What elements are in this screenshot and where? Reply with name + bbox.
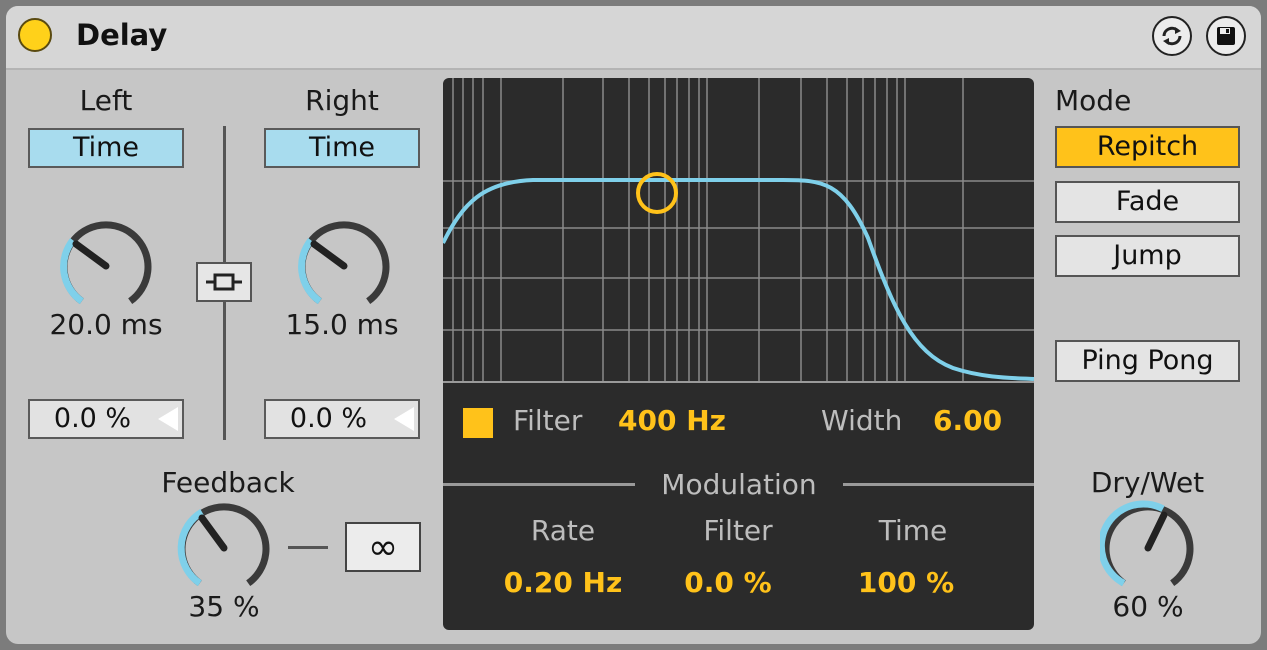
offset-arrow-icon (394, 407, 414, 431)
mod-filter-value[interactable]: 0.0 % (653, 566, 803, 599)
mod-rate-value[interactable]: 0.20 Hz (488, 566, 638, 599)
right-label: Right (305, 84, 379, 117)
left-time-sync-button[interactable]: Time (28, 128, 184, 168)
feedback-knob[interactable] (176, 500, 272, 596)
mode-fade-button[interactable]: Fade (1055, 181, 1240, 223)
graph-separator (443, 381, 1034, 383)
power-icon[interactable] (18, 18, 52, 52)
right-delay-time-knob[interactable] (296, 218, 392, 314)
delay-device: Delay Left Time 20.0 ms 0.0 % Right Time… (6, 6, 1261, 644)
dry-wet-value: 60 % (1112, 590, 1184, 623)
width-value[interactable]: 6.00 (933, 404, 1002, 437)
mod-time-value[interactable]: 100 % (831, 566, 981, 599)
right-delay-time-value: 15.0 ms (285, 308, 399, 341)
left-offset-field[interactable]: 0.0 % (28, 399, 184, 439)
hot-swap-icon[interactable] (1152, 16, 1192, 56)
mod-rate-label: Rate (530, 514, 596, 547)
mod-filter-label: Filter (703, 514, 773, 547)
device-title: Delay (76, 18, 168, 52)
modulation-rule-right (843, 483, 1034, 486)
feedback-value: 35 % (188, 590, 260, 623)
offset-arrow-icon (158, 407, 178, 431)
feedback-label: Feedback (161, 466, 295, 499)
dry-wet-label: Dry/Wet (1090, 466, 1205, 499)
width-label: Width (821, 404, 903, 437)
freeze-connector (288, 546, 328, 549)
ping-pong-button[interactable]: Ping Pong (1055, 340, 1240, 382)
modulation-rule-left (443, 483, 635, 486)
mode-label: Mode (1055, 84, 1132, 117)
link-icon[interactable] (196, 262, 252, 302)
mode-repitch-button[interactable]: Repitch (1055, 126, 1240, 168)
left-label: Left (79, 84, 133, 117)
filter-panel: Filter 400 Hz Width 6.00 Modulation Rate… (443, 78, 1034, 630)
filter-frequency-value[interactable]: 400 Hz (618, 404, 726, 437)
dry-wet-knob[interactable] (1100, 500, 1196, 596)
left-delay-time-knob[interactable] (58, 218, 154, 314)
mod-time-label: Time (878, 514, 948, 547)
right-offset-value: 0.0 % (289, 403, 368, 434)
left-delay-time-value: 20.0 ms (49, 308, 163, 341)
link-line-top (223, 126, 226, 262)
filter-toggle[interactable] (463, 408, 493, 438)
device-title-bar: Delay (6, 6, 1261, 70)
right-offset-field[interactable]: 0.0 % (264, 399, 420, 439)
infinity-icon[interactable]: ∞ (345, 522, 421, 572)
modulation-title: Modulation (661, 468, 817, 501)
save-preset-icon[interactable] (1206, 16, 1246, 56)
filter-response-graph[interactable] (443, 78, 1034, 381)
right-time-sync-button[interactable]: Time (264, 128, 420, 168)
link-line-bottom (223, 302, 226, 440)
left-offset-value: 0.0 % (53, 403, 132, 434)
mode-jump-button[interactable]: Jump (1055, 235, 1240, 277)
filter-label: Filter (513, 404, 583, 437)
